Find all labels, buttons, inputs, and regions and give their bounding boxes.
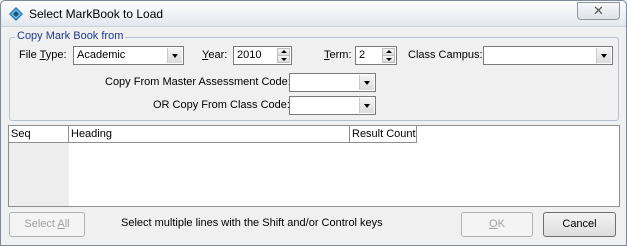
chevron-down-icon[interactable] xyxy=(167,48,182,63)
chevron-down-icon[interactable] xyxy=(596,48,611,63)
spin-down-icon[interactable] xyxy=(277,55,290,63)
file-type-label: File Type: xyxy=(19,49,67,61)
file-type-dropdown[interactable]: Academic xyxy=(73,46,184,65)
year-value: 2010 xyxy=(237,49,262,61)
spin-down-icon[interactable] xyxy=(382,55,395,63)
markbook-grid[interactable]: Seq Heading Result Count xyxy=(8,125,620,207)
master-code-dropdown[interactable] xyxy=(289,73,376,92)
cancel-button[interactable]: Cancel xyxy=(543,212,616,237)
seq-column-fill xyxy=(9,143,69,206)
selection-hint: Select multiple lines with the Shift and… xyxy=(121,217,383,229)
app-diamond-icon xyxy=(9,7,23,21)
term-value: 2 xyxy=(359,49,366,61)
column-header-seq[interactable]: Seq xyxy=(9,126,69,143)
year-label: Year: xyxy=(202,49,228,61)
class-code-dropdown[interactable] xyxy=(289,96,376,115)
close-icon: ✕ xyxy=(593,3,604,18)
term-spinner[interactable]: 2 xyxy=(355,46,397,65)
class-campus-label: Class Campus: xyxy=(408,49,483,61)
select-all-button[interactable]: Select All xyxy=(9,212,85,237)
term-label: Term: xyxy=(324,49,352,61)
ok-button[interactable]: OK xyxy=(461,212,533,237)
window-title: Select MarkBook to Load xyxy=(29,7,164,21)
chevron-down-icon[interactable] xyxy=(359,98,374,113)
dialog-window: Select MarkBook to Load ✕ Copy Mark Book… xyxy=(0,0,627,246)
grid-header: Seq Heading Result Count xyxy=(9,126,619,143)
file-type-value: Academic xyxy=(77,49,126,61)
chevron-down-icon[interactable] xyxy=(359,75,374,90)
class-code-label: OR Copy From Class Code: xyxy=(153,99,290,111)
column-header-heading[interactable]: Heading xyxy=(69,126,350,143)
year-spinner[interactable]: 2010 xyxy=(233,46,292,65)
class-campus-dropdown[interactable] xyxy=(483,46,613,65)
close-button[interactable]: ✕ xyxy=(577,2,620,20)
group-title: Copy Mark Book from xyxy=(15,30,126,42)
title-bar[interactable]: Select MarkBook to Load ✕ xyxy=(1,1,626,27)
column-header-result-count[interactable]: Result Count xyxy=(350,126,417,143)
master-code-label: Copy From Master Assessment Code: xyxy=(105,76,291,88)
